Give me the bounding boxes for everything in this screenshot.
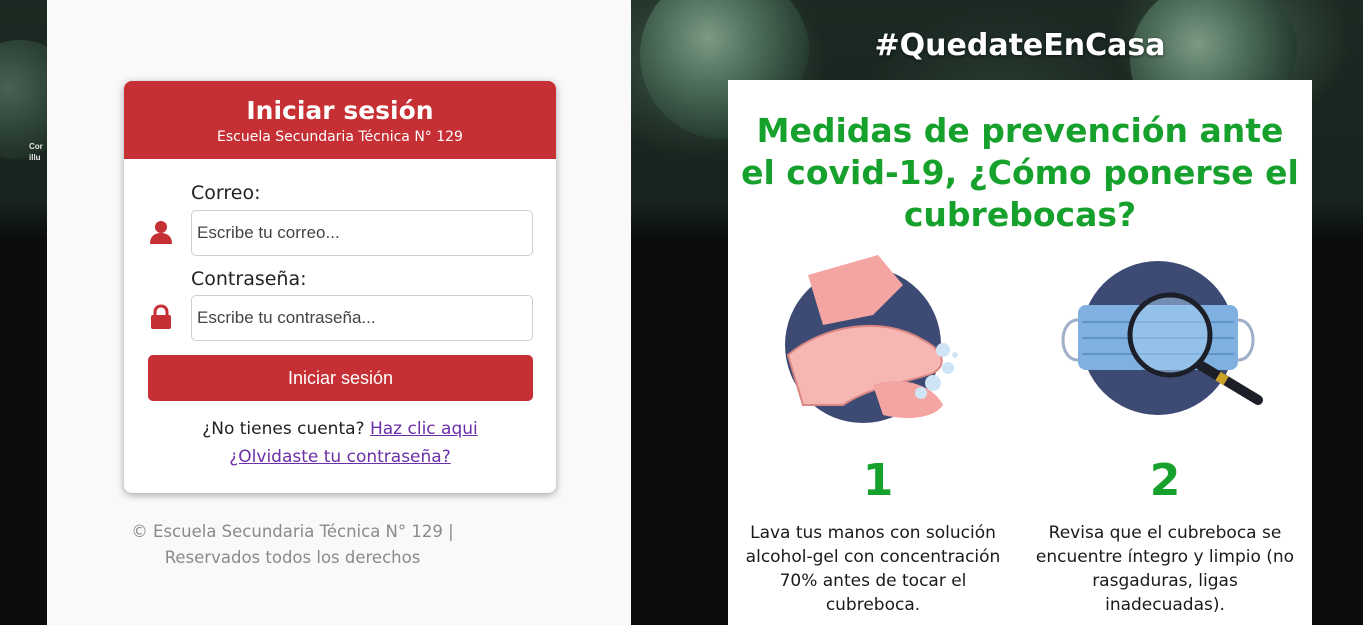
password-label: Contraseña:: [191, 268, 307, 290]
background-caption: Cor illu: [29, 141, 43, 163]
infographic-title: Medidas de prevención ante el covid-19, …: [741, 111, 1299, 234]
step-number: 1: [862, 455, 894, 506]
login-subtitle: Escuela Secundaria Técnica N° 129: [217, 129, 463, 145]
step-number: 2: [1149, 455, 1181, 506]
hand-washing-illustration: [785, 255, 958, 423]
no-account-text: ¿No tienes cuenta?: [202, 419, 365, 439]
mask-magnifier-illustration: [1061, 261, 1263, 415]
email-label: Correo:: [191, 182, 261, 204]
email-input[interactable]: [191, 210, 533, 256]
password-input[interactable]: [191, 295, 533, 341]
login-card-header: Iniciar sesión Escuela Secundaria Técnic…: [124, 81, 556, 159]
forgot-password-row: ¿Olvidaste tu contraseña?: [124, 447, 556, 467]
forgot-password-link[interactable]: ¿Olvidaste tu contraseña?: [229, 447, 450, 467]
user-icon: [150, 221, 172, 244]
background-caption-line: illu: [29, 153, 41, 162]
lock-icon: [151, 304, 171, 329]
infographic-card: Medidas de prevención ante el covid-19, …: [728, 80, 1312, 625]
page-footer: © Escuela Secundaria Técnica N° 129 | Re…: [100, 519, 485, 571]
hashtag-heading: #QuedateEnCasa: [874, 28, 1166, 63]
footer-line: Reservados todos los derechos: [164, 548, 421, 567]
step-text: Lava tus manos con solución alcohol-gel …: [745, 523, 1001, 615]
login-button[interactable]: Iniciar sesión: [148, 355, 533, 401]
login-card: Iniciar sesión Escuela Secundaria Técnic…: [124, 81, 556, 493]
footer-line: © Escuela Secundaria Técnica N° 129 |: [131, 522, 454, 541]
signup-link[interactable]: Haz clic aqui: [370, 419, 478, 439]
login-panel: Iniciar sesión Escuela Secundaria Técnic…: [47, 0, 631, 625]
step-text: Revisa que el cubreboca se encuentre ínt…: [1035, 523, 1295, 615]
login-title: Iniciar sesión: [246, 96, 434, 125]
background-caption-line: Cor: [29, 142, 43, 151]
signup-prompt: ¿No tienes cuenta? Haz clic aqui: [124, 419, 556, 439]
